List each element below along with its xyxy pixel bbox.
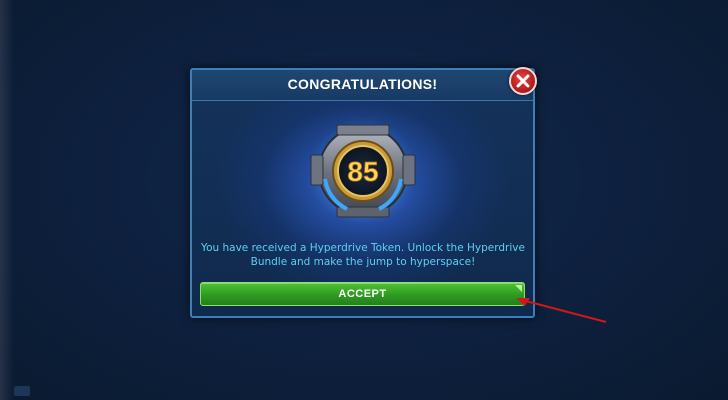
close-icon [516,74,530,88]
token-value-text: 85 [347,156,378,187]
dialog-title: CONGRATULATIONS! [287,76,438,92]
hyperdrive-token-icon: 85 [307,117,419,229]
corner-menu-icon [14,386,30,396]
background-left-edge [0,0,14,400]
accept-button-corner-accent [515,285,522,292]
accept-button-label: ACCEPT [338,288,387,300]
accept-button[interactable]: ACCEPT [200,282,525,306]
close-button[interactable] [509,67,537,95]
red-arrow-annotation [516,298,607,323]
reward-message: You have received a Hyperdrive Token. Un… [201,242,525,268]
game-screen: CONGRATULATIONS! 85 You have received a … [0,0,728,400]
dialog-header: CONGRATULATIONS! [192,70,533,101]
